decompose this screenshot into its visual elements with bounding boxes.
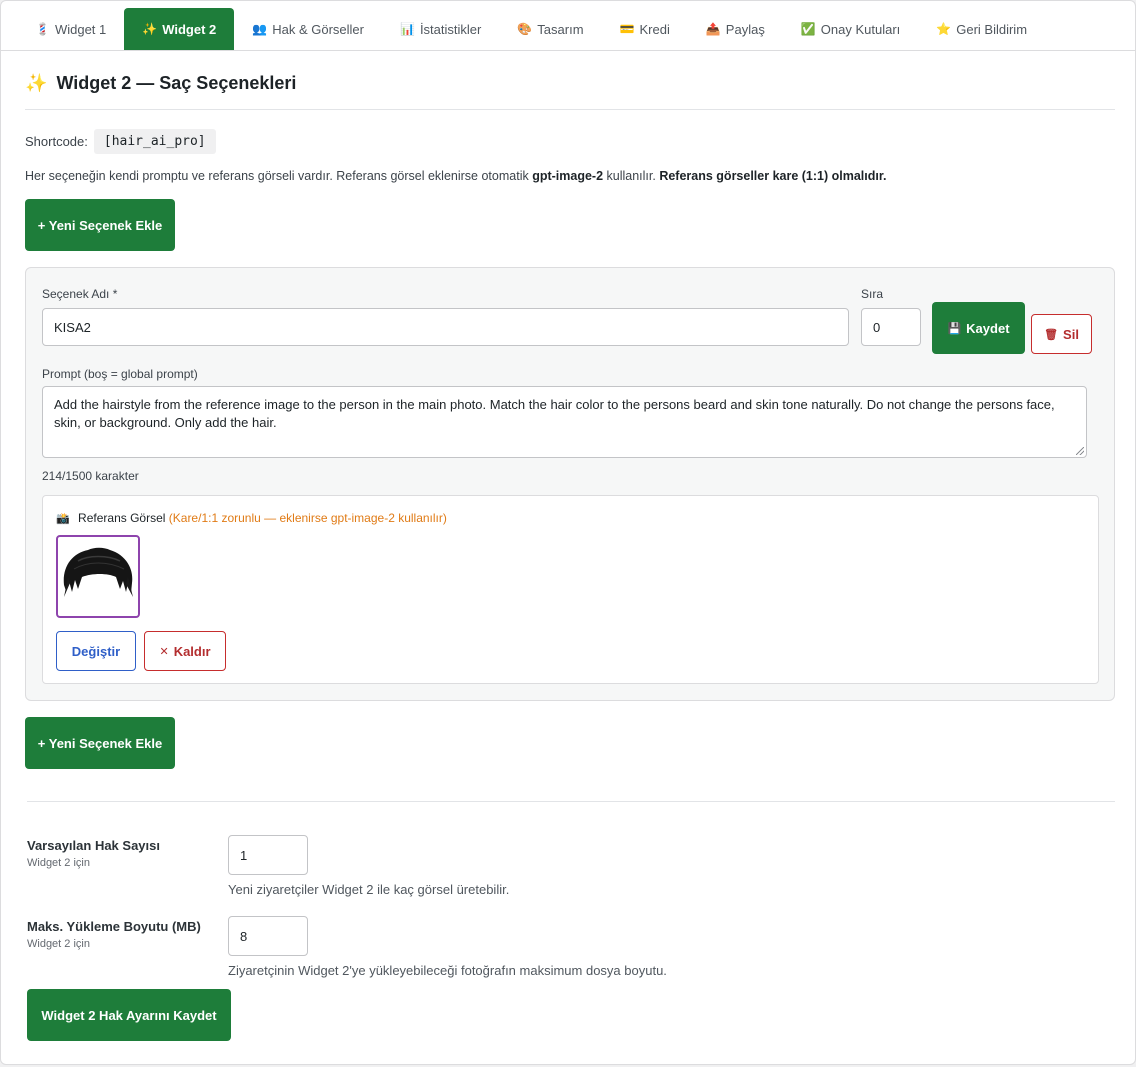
floppy-disk-icon: 💾 xyxy=(947,322,962,335)
tab-share[interactable]: 📤 Paylaş xyxy=(688,8,783,50)
tab-feedback[interactable]: ⭐ Geri Bildirim xyxy=(918,8,1045,50)
tab-label: Kredi xyxy=(639,21,670,37)
option-name-input[interactable]: KISA2 xyxy=(42,308,849,346)
tab-statistics[interactable]: 📊 İstatistikler xyxy=(382,8,499,50)
barber-pole-icon: 💈 xyxy=(35,22,50,36)
users-icon: 👥 xyxy=(252,22,268,36)
option-order-input[interactable]: 0 xyxy=(861,308,921,346)
remove-image-button[interactable]: ✕ Kaldır xyxy=(144,631,226,671)
reference-title: 📸 Referans Görsel (Kare/1:1 zorunlu — ek… xyxy=(56,511,447,525)
description-bold-1: gpt-image-2 xyxy=(532,169,604,183)
camera-icon: 📸 xyxy=(56,513,70,525)
default-rights-label: Varsayılan Hak Sayısı xyxy=(27,838,160,853)
hair-image xyxy=(63,547,133,597)
prompt-textarea[interactable]: Add the hairstyle from the reference ima… xyxy=(42,386,1087,458)
delete-option-button[interactable]: 🗑 Sil xyxy=(1031,314,1092,354)
tab-label: Onay Kutuları xyxy=(820,21,901,37)
trash-icon: 🗑 xyxy=(1044,328,1059,341)
tab-design[interactable]: 🎨 Tasarım xyxy=(499,8,601,50)
add-option-button-top[interactable]: + Yeni Seçenek Ekle xyxy=(25,199,175,251)
default-rights-sub: Widget 2 için xyxy=(27,857,90,869)
reference-image-box: 📸 Referans Görsel (Kare/1:1 zorunlu — ek… xyxy=(42,495,1099,684)
tab-widget-2[interactable]: ✨ Widget 2 xyxy=(124,8,235,50)
bar-chart-icon: 📊 xyxy=(399,22,415,36)
check-box-icon: ✅ xyxy=(800,22,816,36)
prompt-label: Prompt (boş = global prompt) xyxy=(42,367,198,381)
option-card: Seçenek Adı * KISA2 Sıra 0 💾 Kaydet 🗑 Si… xyxy=(25,267,1115,701)
delete-option-label: Sil xyxy=(1063,326,1079,342)
description-part-2: kullanılır. xyxy=(603,169,660,183)
reference-thumbnail[interactable] xyxy=(56,535,140,618)
star-icon: ⭐ xyxy=(936,22,952,36)
tab-label: Tasarım xyxy=(537,21,584,37)
save-rights-settings-button[interactable]: Widget 2 Hak Ayarını Kaydet xyxy=(27,989,231,1041)
description-bold-2: Referans görseller kare (1:1) olmalıdır. xyxy=(659,169,887,183)
tab-checkboxes[interactable]: ✅ Onay Kutuları xyxy=(783,8,918,50)
remove-image-label: Kaldır xyxy=(173,643,211,659)
close-icon: ✕ xyxy=(159,645,169,658)
tab-label: Hak & Görseller xyxy=(272,21,364,37)
title-divider xyxy=(25,109,1115,110)
reference-title-text: Referans Görsel xyxy=(78,511,166,525)
save-option-label: Kaydet xyxy=(966,320,1010,336)
tab-label: İstatistikler xyxy=(419,21,482,37)
default-rights-input[interactable]: 1 xyxy=(228,835,308,875)
description-part-1: Her seçeneğin kendi promptu ve referans … xyxy=(25,169,533,183)
credit-card-icon: 💳 xyxy=(619,22,635,36)
settings-panel: 💈 Widget 1 ✨ Widget 2 👥 Hak & Görseller … xyxy=(0,0,1136,1065)
option-order-label: Sıra xyxy=(861,287,884,301)
tab-rights-images[interactable]: 👥 Hak & Görseller xyxy=(234,8,382,50)
page-title: ✨ Widget 2 — Saç Seçenekleri xyxy=(25,73,296,94)
section-divider xyxy=(27,801,1115,802)
max-upload-sub: Widget 2 için xyxy=(27,938,90,950)
tab-label: Widget 1 xyxy=(54,21,107,37)
max-upload-input[interactable]: 8 xyxy=(228,916,308,956)
tab-label: Widget 2 xyxy=(162,21,217,37)
tab-credit[interactable]: 💳 Kredi xyxy=(602,8,688,50)
description-text: Her seçeneğin kendi promptu ve referans … xyxy=(25,169,887,183)
sparkles-icon: ✨ xyxy=(25,73,48,93)
shortcode-value[interactable]: [hair_ai_pro] xyxy=(93,129,216,154)
shortcode-row: Shortcode: [hair_ai_pro] xyxy=(25,129,216,154)
outbox-icon: 📤 xyxy=(705,22,721,36)
tab-label: Paylaş xyxy=(725,21,765,37)
prompt-text: Add the hairstyle from the reference ima… xyxy=(54,397,1055,430)
default-rights-help: Yeni ziyaretçiler Widget 2 ile kaç görse… xyxy=(228,882,510,897)
reference-note: (Kare/1:1 zorunlu — eklenirse gpt-image-… xyxy=(168,511,447,525)
palette-icon: 🎨 xyxy=(517,22,533,36)
tab-bar: 💈 Widget 1 ✨ Widget 2 👥 Hak & Görseller … xyxy=(1,1,1135,51)
max-upload-label: Maks. Yükleme Boyutu (MB) xyxy=(27,919,201,934)
resize-grip-icon[interactable] xyxy=(1076,447,1084,455)
page-title-text: Widget 2 — Saç Seçenekleri xyxy=(56,73,297,93)
prompt-char-count: 214/1500 karakter xyxy=(42,469,139,483)
option-name-label: Seçenek Adı * xyxy=(42,287,118,301)
save-option-button[interactable]: 💾 Kaydet xyxy=(932,302,1025,354)
tab-widget-1[interactable]: 💈 Widget 1 xyxy=(17,8,124,50)
shortcode-label: Shortcode: xyxy=(25,134,88,149)
add-option-button-bottom[interactable]: + Yeni Seçenek Ekle xyxy=(25,717,175,769)
sparkles-icon: ✨ xyxy=(142,22,158,36)
tab-label: Geri Bildirim xyxy=(956,21,1028,37)
change-image-button[interactable]: Değiştir xyxy=(56,631,136,671)
max-upload-help: Ziyaretçinin Widget 2'ye yükleyebileceği… xyxy=(228,963,667,978)
